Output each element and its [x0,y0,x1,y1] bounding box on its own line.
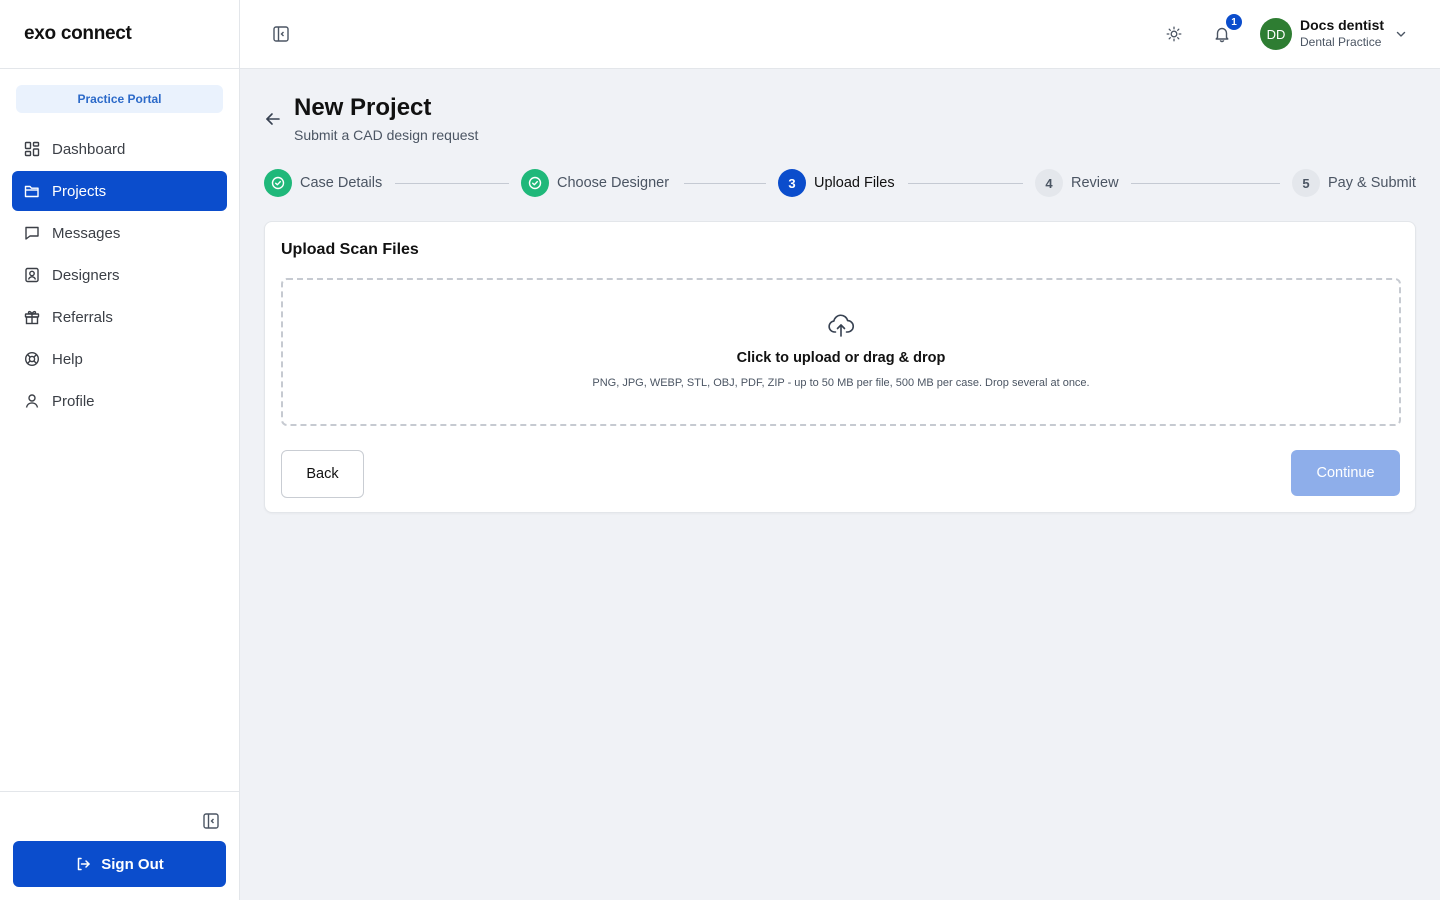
sun-icon[interactable] [1166,26,1182,42]
card-title: Upload Scan Files [281,241,419,258]
sidebar-item-label: Profile [52,392,95,410]
back-button[interactable]: Back [281,450,364,498]
sidebar-item-profile[interactable]: Profile [12,381,227,421]
sidebar-item-dashboard[interactable]: Dashboard [12,129,227,169]
step-pay-submit: 5 Pay & Submit [1292,168,1416,198]
sidebar-footer: Sign Out [0,791,239,900]
dropzone-hint: PNG, JPG, WEBP, STL, OBJ, PDF, ZIP - up … [592,377,1090,389]
toggle-sidebar-icon[interactable] [272,25,290,43]
step-number: 5 [1292,169,1320,197]
step-connector [908,183,1023,184]
step-case-details[interactable]: Case Details [264,168,382,198]
step-label: Pay & Submit [1328,175,1416,191]
step-number: 4 [1035,169,1063,197]
app-logo[interactable]: exo connect [24,23,132,45]
user-icon [25,394,39,408]
step-choose-designer[interactable]: Choose Designer [521,168,669,198]
step-complete-badge [264,169,292,197]
sidebar-item-label: Designers [52,266,120,284]
step-label: Review [1071,175,1119,191]
avatar[interactable]: DD [1260,18,1292,50]
dashboard-icon [24,141,40,157]
sidebar-nav: Dashboard Projects Messages Designers Re… [12,129,227,423]
step-upload-files[interactable]: 3 Upload Files [778,168,895,198]
step-label: Upload Files [814,175,895,191]
sidebar-item-label: Dashboard [52,140,126,158]
designer-badge-icon [25,267,39,283]
gift-icon [24,310,40,325]
chevron-down-icon[interactable] [1394,27,1408,41]
step-review: 4 Review [1035,168,1119,198]
step-complete-badge [521,169,549,197]
page-subtitle: Submit a CAD design request [294,127,479,143]
sidebar-item-label: Referrals [52,308,113,326]
file-dropzone[interactable]: Click to upload or drag & drop PNG, JPG,… [281,278,1401,426]
check-circle-icon [528,176,542,190]
step-connector [395,183,509,184]
lifebuoy-icon [24,351,40,367]
upload-card: Upload Scan Files Click to upload or dra… [264,221,1416,513]
folder-icon [24,185,39,198]
step-connector [1131,183,1280,184]
step-connector [684,183,766,184]
step-label: Choose Designer [557,175,670,191]
back-arrow-icon[interactable] [264,111,282,127]
user-role: Dental Practice [1300,35,1382,49]
sidebar-item-label: Help [52,350,83,368]
sign-out-label: Sign Out [101,855,164,873]
dropzone-title: Click to upload or drag & drop [736,350,946,366]
message-icon [25,226,39,240]
sidebar-item-label: Messages [52,224,121,242]
step-label: Case Details [300,175,383,191]
collapse-sidebar-icon[interactable] [202,812,220,830]
notification-badge: 1 [1226,14,1242,30]
sidebar-item-designers[interactable]: Designers [12,255,227,295]
continue-button[interactable]: Continue [1291,450,1400,496]
sidebar-item-referrals[interactable]: Referrals [12,297,227,337]
stepper: Case Details Choose Designer 3 Upload Fi… [264,168,1416,198]
portal-badge: Practice Portal [16,85,223,113]
sign-out-icon [78,857,90,871]
check-circle-icon [271,176,285,190]
step-number: 3 [778,169,806,197]
user-name[interactable]: Docs dentist [1300,17,1384,33]
sidebar-item-projects[interactable]: Projects [12,171,227,211]
sign-out-button[interactable]: Sign Out [13,841,226,887]
logo-area: exo connect [0,0,239,69]
sidebar-item-help[interactable]: Help [12,339,227,379]
sidebar-item-messages[interactable]: Messages [12,213,227,253]
sidebar-item-label: Projects [52,182,107,200]
page-title: New Project [294,94,432,121]
cloud-upload-icon [828,314,855,337]
top-header: 1 DD Docs dentist Dental Practice [240,0,1440,69]
sidebar: exo connect Practice Portal Dashboard Pr… [0,0,240,900]
